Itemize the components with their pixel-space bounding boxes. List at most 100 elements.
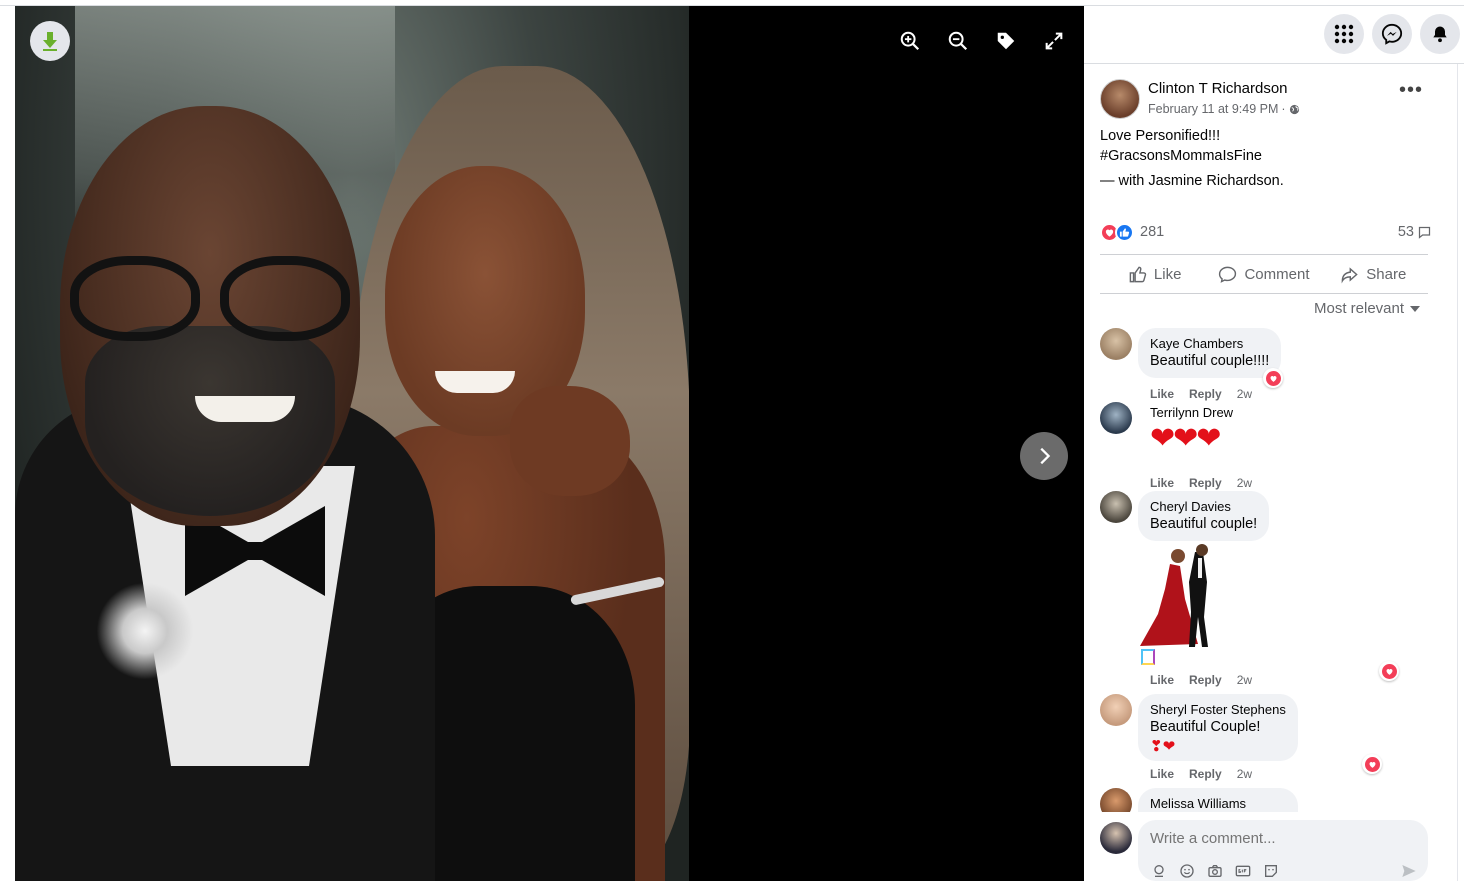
comment-reply-link[interactable]: Reply bbox=[1189, 476, 1222, 490]
comment-like-link[interactable]: Like bbox=[1150, 767, 1174, 781]
love-reaction-badge[interactable] bbox=[1379, 661, 1399, 681]
comment-bubble: Sheryl Foster Stephens Beautiful Couple!… bbox=[1138, 694, 1298, 761]
comment-like-link[interactable]: Like bbox=[1150, 476, 1174, 490]
timestamp-text[interactable]: February 11 at 9:49 PM bbox=[1148, 102, 1278, 116]
post-photo[interactable] bbox=[15, 6, 689, 881]
share-button[interactable]: Share bbox=[1319, 255, 1428, 293]
post-sidebar: Clinton T Richardson February 11 at 9:49… bbox=[1084, 6, 1464, 881]
post-actions: Like Comment Share bbox=[1100, 254, 1428, 294]
like-reaction-icon bbox=[1115, 222, 1134, 242]
hashtag-link[interactable]: #GracsonsMommaIsFine bbox=[1100, 146, 1440, 166]
messenger-button[interactable] bbox=[1372, 14, 1412, 54]
globe-icon bbox=[1289, 104, 1299, 114]
notifications-button[interactable] bbox=[1420, 14, 1460, 54]
comment-box bbox=[1138, 820, 1428, 881]
chevron-right-icon bbox=[1040, 447, 1051, 465]
tag-icon bbox=[997, 32, 1015, 50]
author-name[interactable]: Clinton T Richardson bbox=[1148, 80, 1288, 97]
comment-body: Terrilynn Drew ❤❤❤ bbox=[1150, 404, 1233, 457]
zoom-in-icon bbox=[900, 31, 920, 51]
reactions-summary: 281 53 bbox=[1100, 221, 1432, 243]
notifications-icon bbox=[1433, 26, 1447, 43]
zoom-out-button[interactable] bbox=[943, 26, 973, 56]
comment-age[interactable]: 2w bbox=[1237, 767, 1252, 781]
comment-meta: Like Reply 2w bbox=[1150, 767, 1252, 781]
dancing-couple-sticker[interactable] bbox=[1140, 544, 1230, 654]
commenter-name[interactable]: Kaye Chambers bbox=[1150, 335, 1269, 352]
love-reaction-badge[interactable] bbox=[1263, 368, 1283, 388]
tag-button[interactable] bbox=[991, 26, 1021, 56]
comment-sort-dropdown[interactable]: Most relevant bbox=[1314, 300, 1421, 317]
avatar[interactable] bbox=[1100, 694, 1132, 726]
zoom-in-button[interactable] bbox=[895, 26, 925, 56]
zoom-out-icon bbox=[948, 31, 968, 51]
comment-meta: Like Reply 2w bbox=[1150, 673, 1252, 687]
comment-bubble: Kaye Chambers Beautiful couple!!!! bbox=[1138, 328, 1282, 378]
avatar[interactable] bbox=[1100, 79, 1140, 119]
share-label: Share bbox=[1366, 265, 1407, 283]
comment-input[interactable] bbox=[1150, 830, 1410, 847]
avatar[interactable] bbox=[1100, 822, 1132, 854]
comment-like-link[interactable]: Like bbox=[1150, 387, 1174, 401]
divider bbox=[1084, 63, 1464, 64]
comment-reply-link[interactable]: Reply bbox=[1189, 767, 1222, 781]
comment-bubble-icon bbox=[1418, 226, 1431, 239]
comment-like-link[interactable]: Like bbox=[1150, 673, 1174, 687]
caret-down-icon bbox=[1410, 305, 1421, 312]
messenger-icon bbox=[1381, 23, 1403, 45]
gif-icon[interactable] bbox=[1234, 863, 1252, 879]
comment-emoji: ❣❤ bbox=[1150, 738, 1176, 755]
reaction-icons[interactable]: 281 bbox=[1100, 222, 1164, 242]
commenter-name[interactable]: Melissa Williams bbox=[1150, 795, 1286, 812]
comment-count-text: 53 bbox=[1397, 224, 1414, 240]
comment-reply-link[interactable]: Reply bbox=[1189, 387, 1222, 401]
comment-text: Beautiful Couple! bbox=[1150, 719, 1261, 735]
comment-text: ❤❤❤ bbox=[1150, 422, 1221, 455]
comment-age[interactable]: 2w bbox=[1237, 476, 1252, 490]
scrollbar[interactable] bbox=[1457, 64, 1463, 881]
comment-count[interactable]: 53 bbox=[1398, 224, 1432, 240]
more-options-button[interactable]: ••• bbox=[1396, 80, 1426, 105]
emoji-icon[interactable] bbox=[1178, 863, 1196, 879]
avatar[interactable] bbox=[1100, 788, 1132, 812]
reaction-count[interactable]: 281 bbox=[1140, 224, 1164, 240]
comment-button[interactable]: Comment bbox=[1209, 255, 1318, 293]
download-button[interactable] bbox=[30, 21, 70, 61]
next-photo-button[interactable] bbox=[1020, 432, 1068, 480]
comment-bubble: Cheryl Davies Beautiful couple! bbox=[1138, 491, 1270, 541]
sticker-icon[interactable] bbox=[1262, 863, 1280, 879]
comment-icon bbox=[1219, 266, 1237, 283]
photo-viewer bbox=[15, 6, 1084, 881]
comment-composer bbox=[1100, 820, 1440, 881]
commenter-name[interactable]: Terrilynn Drew bbox=[1150, 404, 1233, 421]
post-caption: Love Personified!!! bbox=[1100, 128, 1221, 144]
tagged-suffix: . bbox=[1279, 173, 1284, 189]
commenter-name[interactable]: Sheryl Foster Stephens bbox=[1150, 701, 1286, 718]
avatar-sticker-icon[interactable] bbox=[1150, 863, 1168, 879]
comment-age[interactable]: 2w bbox=[1237, 673, 1252, 687]
comment-age[interactable]: 2w bbox=[1237, 387, 1252, 401]
comment-text: Beautiful couple! bbox=[1150, 516, 1258, 532]
comment-reply-link[interactable]: Reply bbox=[1189, 673, 1222, 687]
avatar[interactable] bbox=[1100, 328, 1132, 360]
comment-meta: Like Reply 2w bbox=[1150, 476, 1252, 490]
avatar[interactable] bbox=[1100, 491, 1132, 523]
fullscreen-icon bbox=[1045, 32, 1063, 50]
share-icon bbox=[1341, 266, 1359, 284]
menu-button[interactable] bbox=[1324, 14, 1364, 54]
like-label: Like bbox=[1153, 265, 1182, 283]
tagged-person-link[interactable]: Jasmine Richardson bbox=[1148, 173, 1279, 189]
sort-label: Most relevant bbox=[1314, 300, 1405, 317]
commenter-name[interactable]: Cheryl Davies bbox=[1150, 498, 1257, 515]
love-reaction-badge[interactable] bbox=[1362, 754, 1382, 774]
composer-tools bbox=[1150, 863, 1280, 879]
fullscreen-button[interactable] bbox=[1039, 26, 1069, 56]
tagged-line: — with Jasmine Richardson. bbox=[1100, 171, 1440, 191]
download-icon bbox=[43, 32, 57, 51]
like-icon bbox=[1129, 266, 1147, 282]
comment-label: Comment bbox=[1244, 265, 1310, 283]
avatar[interactable] bbox=[1100, 402, 1132, 434]
menu-grid-icon bbox=[1334, 24, 1354, 44]
like-button[interactable]: Like bbox=[1100, 255, 1209, 293]
camera-icon[interactable] bbox=[1206, 863, 1224, 879]
